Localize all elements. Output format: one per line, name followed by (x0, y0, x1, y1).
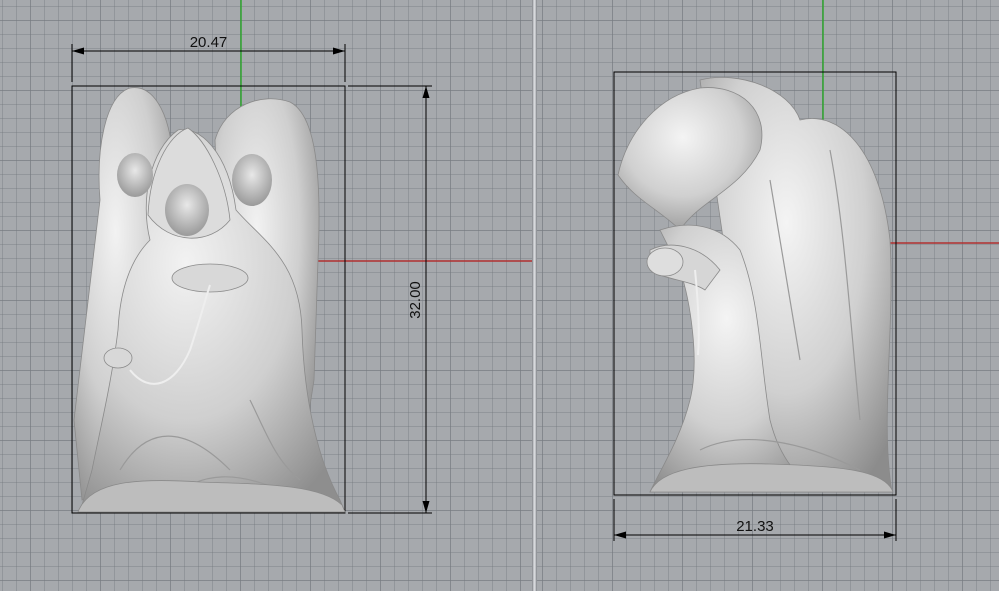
width-dimension-label: 21.33 (736, 518, 774, 535)
hooded-figures-model[interactable] (73, 87, 346, 513)
side-viewport[interactable]: 21.33 (537, 0, 999, 591)
width-dimension-label: 20.47 (190, 34, 228, 51)
width-dimension[interactable]: 20.47 (71, 34, 346, 82)
hooded-figures-model[interactable] (617, 77, 894, 493)
height-dimension-label: 32.00 (407, 281, 424, 319)
width-dimension[interactable]: 21.33 (613, 499, 897, 541)
front-scene: 20.47 32.00 (71, 0, 532, 514)
side-scene: 21.33 (613, 0, 999, 541)
height-dimension[interactable]: 32.00 (348, 85, 432, 514)
front-viewport[interactable]: 20.47 32.00 (0, 0, 532, 591)
